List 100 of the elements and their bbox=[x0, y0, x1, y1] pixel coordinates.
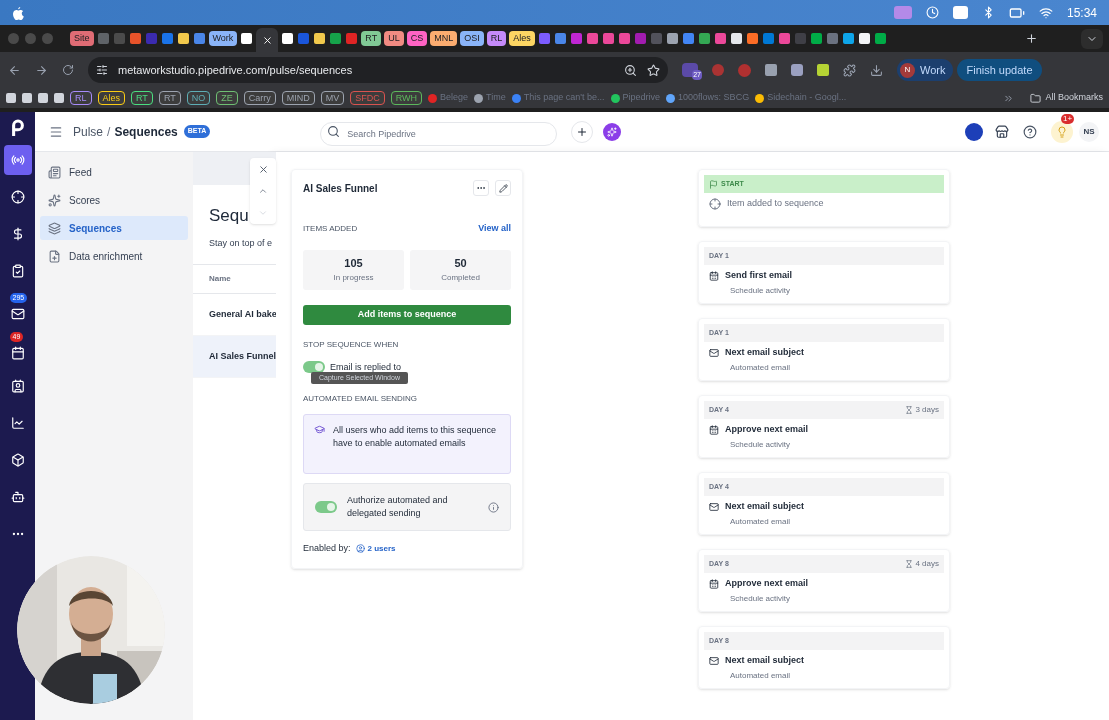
extensions-icon[interactable] bbox=[843, 63, 856, 77]
calendar-icon bbox=[10, 346, 25, 360]
search-icon bbox=[327, 124, 341, 138]
extension-icon[interactable] bbox=[791, 64, 803, 76]
calendar-icon bbox=[709, 424, 719, 435]
bookmark-folder[interactable]: NO bbox=[186, 91, 211, 105]
target-icon bbox=[709, 197, 721, 210]
tab-favicon[interactable] bbox=[241, 33, 253, 44]
apple-icon[interactable] bbox=[12, 5, 24, 20]
rail-button[interactable] bbox=[3, 145, 32, 175]
active-tab[interactable] bbox=[256, 28, 279, 52]
tab-favicon[interactable] bbox=[314, 33, 326, 44]
toggle-switch[interactable] bbox=[315, 501, 337, 513]
sequence-row[interactable]: AI Sales Funnel bbox=[193, 336, 276, 378]
users-link[interactable]: 2 users bbox=[355, 542, 396, 555]
app-logo-icon[interactable] bbox=[965, 122, 983, 141]
robot-icon bbox=[10, 490, 25, 504]
tab-group-label[interactable]: Work bbox=[208, 31, 238, 46]
list-subtitle: Stay on top of e bbox=[208, 236, 274, 250]
wait-label: 3 days bbox=[905, 404, 939, 416]
list-title: Sequ bbox=[209, 205, 249, 227]
bookmark-folder[interactable]: RT bbox=[158, 91, 181, 105]
section-label: ITEMS ADDED bbox=[303, 222, 359, 235]
tab-group-label[interactable]: OSI bbox=[460, 31, 484, 46]
extension-icon[interactable] bbox=[765, 64, 777, 76]
bookmark-folder[interactable]: MIND bbox=[281, 91, 315, 105]
user-icon bbox=[355, 544, 365, 554]
tab-favicon[interactable] bbox=[282, 33, 294, 44]
tab-favicon[interactable] bbox=[177, 33, 189, 44]
nav-item[interactable]: Feed bbox=[40, 160, 188, 184]
tab-group-label[interactable]: UL bbox=[384, 31, 404, 46]
view-all-link[interactable]: View all bbox=[478, 222, 511, 236]
forward-icon[interactable] bbox=[35, 63, 48, 77]
reload-icon[interactable] bbox=[62, 64, 74, 76]
close-icon[interactable] bbox=[257, 163, 269, 175]
download-icon[interactable] bbox=[870, 63, 883, 77]
step-title: Send first email bbox=[725, 269, 793, 282]
address-bar[interactable]: metaworkstudio.pipedrive.com/pulse/sequences bbox=[88, 57, 668, 83]
menu-bar-clock[interactable]: 15:34 bbox=[1066, 3, 1097, 22]
tab-favicon[interactable] bbox=[730, 33, 742, 44]
mail-icon bbox=[709, 347, 719, 358]
add-items-button[interactable]: Add items to sequence bbox=[303, 304, 511, 325]
wifi-icon[interactable] bbox=[1038, 5, 1053, 20]
layers-icon bbox=[48, 221, 61, 235]
site-settings-icon[interactable] bbox=[96, 64, 108, 76]
tab-favicon[interactable] bbox=[858, 33, 870, 44]
tab-favicon[interactable] bbox=[666, 33, 678, 44]
tab-group-label[interactable]: CS bbox=[406, 31, 428, 46]
zoom-icon[interactable] bbox=[624, 63, 637, 77]
nav-item[interactable]: Data enrichment bbox=[40, 244, 188, 268]
tab-group-label[interactable]: RL bbox=[486, 31, 507, 46]
bookmark-folder[interactable]: RWH bbox=[390, 91, 423, 105]
tab-group-label[interactable]: MNL bbox=[430, 31, 458, 46]
sequence-title: AI Sales Funnel bbox=[303, 181, 379, 196]
breadcrumb-link[interactable]: Pulse bbox=[73, 122, 104, 141]
ai-assistant-button[interactable] bbox=[603, 122, 622, 141]
search-field[interactable]: Search Pipedrive bbox=[320, 121, 558, 146]
bookmark-folder[interactable]: Ales bbox=[97, 91, 126, 105]
toggle-switch[interactable] bbox=[303, 361, 325, 374]
nav-item[interactable]: Scores bbox=[40, 188, 188, 212]
tab-group-label[interactable]: Site bbox=[70, 31, 94, 46]
user-avatar[interactable]: NS bbox=[1079, 121, 1099, 142]
clock-icon[interactable] bbox=[925, 6, 939, 19]
collapse-menu-icon[interactable] bbox=[49, 124, 63, 139]
help-icon[interactable] bbox=[1023, 124, 1037, 139]
bookmark-folder[interactable]: Carry bbox=[243, 91, 276, 105]
mail-icon bbox=[709, 501, 719, 512]
update-button[interactable]: Finish update bbox=[957, 59, 1042, 81]
tips-button[interactable] bbox=[1051, 120, 1073, 143]
stars-icon bbox=[48, 193, 61, 207]
bookmark-folder[interactable]: MV bbox=[320, 91, 345, 105]
info-icon[interactable] bbox=[488, 501, 499, 513]
more-button[interactable] bbox=[473, 180, 489, 196]
nav-item[interactable]: Sequences bbox=[40, 216, 188, 240]
bookmark-folder[interactable]: RT bbox=[131, 91, 153, 105]
tab-favicon[interactable] bbox=[842, 33, 854, 44]
broadcast-icon bbox=[10, 153, 25, 167]
tab-group-label[interactable]: Ales bbox=[509, 31, 535, 46]
extension-icon[interactable] bbox=[817, 64, 829, 76]
edit-button[interactable] bbox=[495, 180, 511, 196]
bookmark-folder[interactable]: RL bbox=[70, 91, 92, 105]
new-tab-icon[interactable] bbox=[1025, 32, 1038, 45]
back-icon[interactable] bbox=[8, 63, 21, 77]
tab-search-button[interactable] bbox=[1081, 28, 1103, 49]
mail-icon bbox=[10, 307, 25, 321]
calendar-icon bbox=[709, 270, 719, 281]
profile-button[interactable]: N Work bbox=[897, 59, 954, 81]
file-plus-icon bbox=[48, 249, 61, 263]
tab-favicon[interactable] bbox=[746, 33, 758, 44]
tab-group-label[interactable]: RT bbox=[361, 31, 382, 46]
step-title: Next email subject bbox=[725, 346, 805, 359]
target-icon bbox=[10, 190, 25, 204]
marketplace-icon[interactable] bbox=[995, 124, 1009, 139]
close-icon[interactable] bbox=[261, 34, 273, 46]
bookmark-star-icon[interactable] bbox=[647, 63, 660, 77]
keyboard-input-icon[interactable] bbox=[952, 6, 968, 19]
flag-icon bbox=[709, 179, 718, 189]
pipedrive-logo[interactable] bbox=[9, 118, 26, 138]
all-bookmarks-link[interactable]: All Bookmarks bbox=[1030, 91, 1103, 105]
bookmark-folder[interactable]: ZE bbox=[216, 91, 238, 105]
